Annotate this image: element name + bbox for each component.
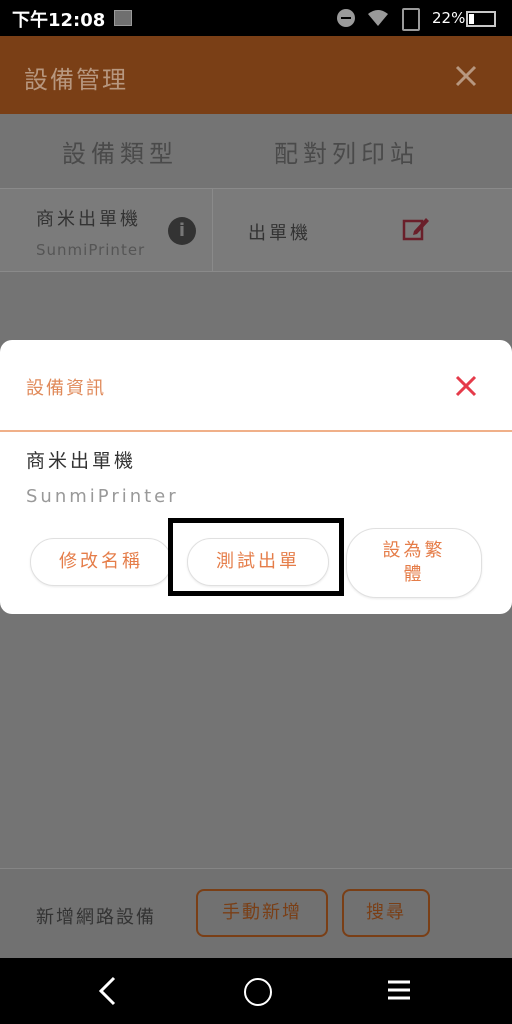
status-time: 下午12:08	[12, 10, 106, 31]
home-icon[interactable]	[244, 978, 272, 1006]
dialog-device-name: 商米出單機	[26, 450, 137, 472]
tab-pair-print-station[interactable]: 配對列印站	[274, 134, 419, 169]
edit-icon[interactable]	[402, 215, 430, 243]
tab-device-type[interactable]: 設備類型	[62, 134, 178, 169]
back-icon[interactable]	[96, 974, 120, 1008]
sim-icon	[402, 8, 420, 31]
dialog-device-model: SunmiPrinter	[26, 486, 179, 507]
highlight-box	[168, 518, 344, 596]
close-icon[interactable]	[450, 60, 482, 92]
bottom-bar: 新增網路設備 手動新增 搜尋	[0, 868, 512, 959]
divider	[0, 430, 512, 432]
dialog-title: 設備資訊	[26, 378, 106, 399]
rename-button[interactable]: 修改名稱	[30, 538, 172, 586]
manual-add-button[interactable]: 手動新增	[196, 889, 328, 937]
device-model: SunmiPrinter	[36, 241, 146, 259]
battery-percent: 22%	[432, 9, 466, 27]
image-notification-icon	[114, 10, 132, 26]
close-icon[interactable]	[454, 374, 478, 398]
battery-icon	[466, 11, 496, 27]
divider	[212, 189, 213, 271]
page-title: 設備管理	[24, 66, 128, 94]
info-icon[interactable]: i	[168, 217, 196, 245]
app-bar: 設備管理	[0, 36, 512, 114]
add-network-device-label: 新增網路設備	[36, 907, 156, 928]
menu-icon[interactable]	[388, 978, 410, 1002]
set-traditional-label-line2: 體	[403, 564, 425, 585]
wifi-icon	[368, 10, 388, 26]
device-name: 商米出單機	[36, 209, 141, 230]
set-traditional-button[interactable]: 設為繁體	[346, 528, 482, 598]
device-type: 出單機	[248, 223, 311, 244]
set-traditional-label-line1: 設為繁	[382, 540, 446, 561]
status-bar: 下午12:08 22%	[0, 0, 512, 36]
device-list-item[interactable]: 商米出單機 SunmiPrinter i 出單機	[0, 188, 512, 272]
do-not-disturb-icon	[337, 9, 355, 27]
search-button[interactable]: 搜尋	[342, 889, 430, 937]
navigation-bar	[0, 958, 512, 1024]
